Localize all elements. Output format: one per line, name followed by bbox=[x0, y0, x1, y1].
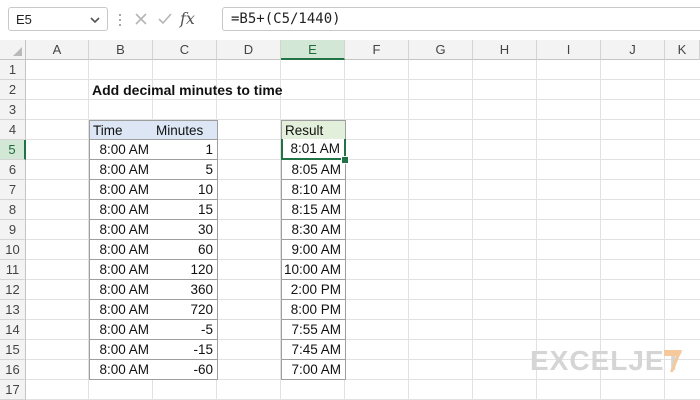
cell-result[interactable]: 7:00 AM bbox=[281, 360, 346, 380]
cell-minutes[interactable]: 1 bbox=[153, 140, 218, 160]
row-header-11[interactable]: 11 bbox=[0, 260, 26, 280]
cell-time[interactable]: 8:00 AM bbox=[89, 140, 154, 160]
gridline bbox=[472, 60, 473, 400]
insert-function-icon[interactable]: fx bbox=[180, 9, 195, 28]
cell-minutes[interactable]: -60 bbox=[153, 360, 218, 380]
row-header-17[interactable]: 17 bbox=[0, 380, 26, 400]
cell-minutes[interactable]: 10 bbox=[153, 180, 218, 200]
cell-minutes[interactable]: 60 bbox=[153, 240, 218, 260]
name-box[interactable]: E5 bbox=[8, 7, 108, 31]
row-header-6[interactable]: 6 bbox=[0, 160, 26, 180]
cell-time[interactable]: 8:00 AM bbox=[89, 260, 154, 280]
cell-result[interactable]: 8:30 AM bbox=[281, 220, 346, 240]
cell-result[interactable]: 8:10 AM bbox=[281, 180, 346, 200]
cancel-icon[interactable] bbox=[132, 10, 150, 28]
column-header-k[interactable]: K bbox=[665, 40, 700, 60]
cell-time[interactable]: 8:00 AM bbox=[89, 360, 154, 380]
cell-minutes[interactable]: 5 bbox=[153, 160, 218, 180]
cell-time[interactable]: 8:00 AM bbox=[89, 160, 154, 180]
column-header-f[interactable]: F bbox=[345, 40, 409, 60]
column-header-c[interactable]: C bbox=[153, 40, 217, 60]
select-all-button[interactable] bbox=[0, 40, 26, 60]
row-header-12[interactable]: 12 bbox=[0, 280, 26, 300]
cell-time[interactable]: 8:00 AM bbox=[89, 320, 154, 340]
column-header-g[interactable]: G bbox=[409, 40, 473, 60]
formula-text: =B5+(C5/1440) bbox=[231, 11, 341, 27]
cell-result[interactable]: 10:00 AM bbox=[281, 260, 346, 280]
fill-handle[interactable] bbox=[341, 156, 349, 164]
row-header-4[interactable]: 4 bbox=[0, 120, 26, 140]
row-header-8[interactable]: 8 bbox=[0, 200, 26, 220]
chevron-down-icon[interactable] bbox=[88, 13, 102, 27]
exceljet-logo: EXCELJET bbox=[530, 345, 683, 376]
cell-minutes[interactable]: 720 bbox=[153, 300, 218, 320]
column-header-j[interactable]: J bbox=[601, 40, 665, 60]
row-header-13[interactable]: 13 bbox=[0, 300, 26, 320]
row-header-7[interactable]: 7 bbox=[0, 180, 26, 200]
enter-check-icon[interactable] bbox=[156, 10, 174, 28]
header-result[interactable]: Result bbox=[281, 120, 346, 140]
row-header-3[interactable]: 3 bbox=[0, 100, 26, 120]
row-header-16[interactable]: 16 bbox=[0, 360, 26, 380]
cell-minutes[interactable]: 360 bbox=[153, 280, 218, 300]
cell-result[interactable]: 8:00 PM bbox=[281, 300, 346, 320]
cell-minutes[interactable]: -5 bbox=[153, 320, 218, 340]
column-header-i[interactable]: I bbox=[537, 40, 601, 60]
formula-bar: E5 fx =B5+(C5/1440) bbox=[0, 0, 700, 38]
cell-result[interactable]: 7:55 AM bbox=[281, 320, 346, 340]
row-header-9[interactable]: 9 bbox=[0, 220, 26, 240]
cell-time[interactable]: 8:00 AM bbox=[89, 340, 154, 360]
cell-result[interactable]: 7:45 AM bbox=[281, 340, 346, 360]
sheet-title: Add decimal minutes to time bbox=[92, 82, 283, 98]
column-header-e[interactable]: E bbox=[281, 40, 345, 60]
cell-result[interactable]: 8:05 AM bbox=[281, 160, 346, 180]
name-box-value: E5 bbox=[16, 12, 32, 27]
header-minutes[interactable]: Minutes bbox=[153, 120, 218, 140]
cell-minutes[interactable]: -15 bbox=[153, 340, 218, 360]
cell-time[interactable]: 8:00 AM bbox=[89, 220, 154, 240]
row-header-5[interactable]: 5 bbox=[0, 140, 26, 160]
cell-time[interactable]: 8:00 AM bbox=[89, 180, 154, 200]
cell-time[interactable]: 8:00 AM bbox=[89, 300, 154, 320]
active-cell[interactable]: 8:01 AM bbox=[281, 139, 346, 160]
gridline bbox=[408, 60, 409, 400]
drag-handle-icon[interactable] bbox=[119, 13, 121, 27]
row-header-10[interactable]: 10 bbox=[0, 240, 26, 260]
column-header-h[interactable]: H bbox=[473, 40, 537, 60]
row-header-2[interactable]: 2 bbox=[0, 80, 26, 100]
cell-minutes[interactable]: 120 bbox=[153, 260, 218, 280]
exceljet-logo-mark-icon bbox=[664, 350, 682, 372]
cell-time[interactable]: 8:00 AM bbox=[89, 240, 154, 260]
row-header-1[interactable]: 1 bbox=[0, 60, 26, 80]
header-time[interactable]: Time bbox=[89, 120, 154, 140]
column-header-b[interactable]: B bbox=[89, 40, 153, 60]
cell-result[interactable]: 2:00 PM bbox=[281, 280, 346, 300]
cell-time[interactable]: 8:00 AM bbox=[89, 200, 154, 220]
column-header-d[interactable]: D bbox=[217, 40, 281, 60]
cell-minutes[interactable]: 15 bbox=[153, 200, 218, 220]
row-header-15[interactable]: 15 bbox=[0, 340, 26, 360]
cell-result[interactable]: 8:15 AM bbox=[281, 200, 346, 220]
formula-input[interactable]: =B5+(C5/1440) bbox=[222, 7, 700, 31]
cell-time[interactable]: 8:00 AM bbox=[89, 280, 154, 300]
row-header-14[interactable]: 14 bbox=[0, 320, 26, 340]
cell-minutes[interactable]: 30 bbox=[153, 220, 218, 240]
column-header-a[interactable]: A bbox=[26, 40, 89, 60]
cell-result[interactable]: 9:00 AM bbox=[281, 240, 346, 260]
